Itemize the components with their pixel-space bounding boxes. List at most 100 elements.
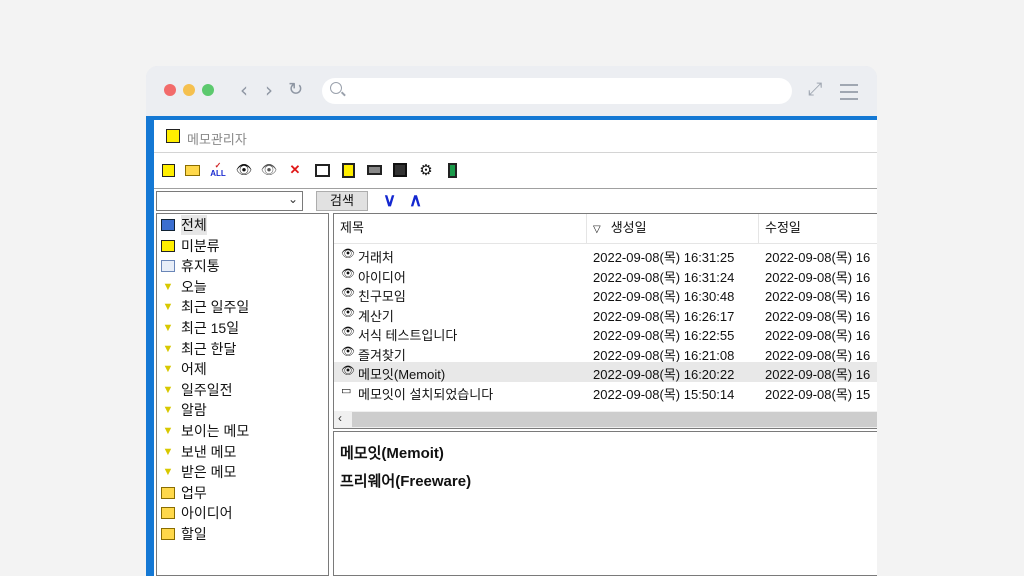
row-title: 메모잇이 설치되었습니다 xyxy=(358,386,494,402)
row-modified: 2022-09-08(목) 16 xyxy=(765,347,871,363)
eye-icon: 👁 xyxy=(341,248,355,260)
settings-icon[interactable]: ⚙ xyxy=(418,162,434,179)
folder-icon xyxy=(161,528,175,540)
table-row[interactable]: 👁 계산기 2022-09-08(목) 16:26:17 2022-09-08(목) … xyxy=(334,304,877,324)
filter-icon: ▼ xyxy=(162,301,174,314)
chevron-down-icon[interactable]: ⌄ xyxy=(288,192,298,206)
tree-item-label: 최근 한달 xyxy=(181,340,237,357)
memo-preview[interactable]: 메모잇(Memoit) 프리웨어(Freeware) xyxy=(333,431,877,576)
tree-item[interactable]: 아이디어 xyxy=(161,503,233,523)
table-row[interactable]: ▭ 메모잇이 설치되었습니다 2022-09-08(목) 15:50:14 2022-… xyxy=(334,382,877,402)
hide-memo-icon[interactable]: 👁 xyxy=(261,162,278,178)
table-row[interactable]: 👁 즐겨찾기 2022-09-08(목) 16:21:08 2022-09-08(목)… xyxy=(334,343,877,363)
new-memo-icon[interactable] xyxy=(160,162,176,178)
tree-item[interactable]: ▼ 어제 xyxy=(161,359,207,379)
forward-icon[interactable]: › xyxy=(265,78,273,102)
table-row[interactable]: 👁 친구모임 2022-09-08(목) 16:30:48 2022-09-08(목)… xyxy=(334,284,877,304)
filter-icon: ▼ xyxy=(162,280,174,293)
search-combobox[interactable]: ⌄ xyxy=(156,191,303,211)
tree-item[interactable]: 전체 xyxy=(161,215,207,235)
print-icon[interactable] xyxy=(366,162,382,178)
close-window-dot[interactable] xyxy=(164,84,176,96)
menu-icon[interactable] xyxy=(840,84,858,105)
exit-icon[interactable] xyxy=(444,162,460,178)
tree-item[interactable]: ▼ 받은 메모 xyxy=(161,462,237,482)
tree-item[interactable]: ▼ 보이는 메모 xyxy=(161,421,250,441)
window-accent-left xyxy=(146,120,154,576)
minimize-window-dot[interactable] xyxy=(183,84,195,96)
next-result-icon[interactable]: ∨ xyxy=(383,190,396,210)
eye-icon: 👁 xyxy=(341,267,355,280)
row-title: 아이디어 xyxy=(358,269,406,285)
tree-item-label: 최근 15일 xyxy=(181,320,240,336)
row-title: 서식 테스트입니다 xyxy=(358,328,458,343)
tree-item[interactable]: 미분류 xyxy=(161,236,220,256)
row-created: 2022-09-08(목) 16:26:17 xyxy=(593,308,735,324)
column-header-created[interactable]: ▽ 생성일 xyxy=(587,214,759,244)
row-created: 2022-09-08(목) 16:30:48 xyxy=(593,289,735,304)
reload-icon[interactable]: ↻ xyxy=(288,78,303,102)
table-row[interactable]: 👁 서식 테스트입니다 2022-09-08(목) 16:22:55 2022-09-… xyxy=(334,323,877,343)
previous-result-icon[interactable]: ∧ xyxy=(409,190,422,210)
tree-item-label: 미분류 xyxy=(181,237,220,254)
tree-item[interactable]: ▼ 최근 15일 xyxy=(161,318,240,338)
back-icon[interactable]: ‹ xyxy=(240,78,248,102)
tree-item-label: 업무 xyxy=(181,484,207,501)
list-header: 제목 ▽ 생성일 수정일 xyxy=(334,214,877,244)
table-row[interactable]: 👁 거래처 2022-09-08(목) 16:31:25 2022-09-08(목) … xyxy=(334,245,877,265)
tree-item-label: 전체 xyxy=(181,215,207,235)
tree-item[interactable]: 할일 xyxy=(161,524,207,544)
category-tree[interactable]: 전체 미분류 휴지통 ▼ 오늘 ▼ 최근 일주일 ▼ 최근 15일 ▼ 최근 한달 ▼ 어제 ▼ 일주일전 ▼… xyxy=(156,213,329,576)
eye-icon: 👁 xyxy=(341,326,355,338)
row-created: 2022-09-08(목) 16:21:08 xyxy=(593,347,735,363)
tree-item[interactable]: ▼ 최근 일주일 xyxy=(161,297,250,317)
horizontal-scrollbar[interactable]: ‹ xyxy=(334,411,877,428)
row-created: 2022-09-08(목) 16:31:24 xyxy=(593,269,735,285)
table-row[interactable]: 👁 아이디어 2022-09-08(목) 16:31:24 2022-09-08(목)… xyxy=(334,265,877,285)
maximize-window-dot[interactable] xyxy=(202,84,214,96)
tree-item[interactable]: ▼ 오늘 xyxy=(161,277,207,297)
search-button[interactable]: 검색 xyxy=(316,191,368,211)
open-folder-icon[interactable] xyxy=(184,162,200,178)
tree-item-label: 일주일전 xyxy=(181,381,233,398)
row-title: 친구모임 xyxy=(358,289,406,304)
filter-icon: ▼ xyxy=(162,445,174,458)
tree-item-label: 알람 xyxy=(181,402,207,419)
window-icon: ▭ xyxy=(341,384,352,397)
tree-item[interactable]: 휴지통 xyxy=(161,256,220,276)
row-created: 2022-09-08(목) 16:20:22 xyxy=(593,367,735,382)
column-header-modified[interactable]: 수정일 xyxy=(759,214,877,244)
delete-icon[interactable]: ✕ xyxy=(287,162,303,178)
show-memo-icon[interactable]: 👁 xyxy=(236,162,253,178)
export-icon[interactable] xyxy=(340,162,356,178)
row-title: 즐겨찾기 xyxy=(358,347,406,363)
save-icon[interactable] xyxy=(392,162,408,178)
column-header-title[interactable]: 제목 xyxy=(334,214,587,244)
tree-item-label: 보이는 메모 xyxy=(181,423,250,439)
expand-icon[interactable]: ⤢ xyxy=(808,79,822,100)
scroll-left-icon[interactable]: ‹ xyxy=(338,411,342,425)
tree-item[interactable]: ▼ 알람 xyxy=(161,400,207,420)
memo-manager-window: 메모관리자 ✓ ALL 👁 👁 ✕ ⚙ ⌄ 검색 ∨ ∧ 전체 미분류 휴지통 … xyxy=(154,120,877,576)
eye-icon: 👁 xyxy=(341,345,355,358)
column-header-created-label: 생성일 xyxy=(610,220,647,235)
tree-item[interactable]: ▼ 보낸 메모 xyxy=(161,442,237,462)
row-title: 계산기 xyxy=(358,308,394,324)
monitor-icon[interactable] xyxy=(314,162,330,178)
check-all-icon[interactable]: ✓ ALL xyxy=(210,162,226,178)
tree-item[interactable]: ▼ 일주일전 xyxy=(161,380,233,400)
preview-line-1: 메모잇(Memoit) xyxy=(340,445,444,462)
search-icon xyxy=(330,82,342,94)
scrollbar-thumb[interactable] xyxy=(352,412,877,427)
address-bar[interactable] xyxy=(322,78,792,104)
table-row[interactable]: 👁 메모잇(Memoit) 2022-09-08(목) 16:20:22 2022-0… xyxy=(334,362,877,382)
search-row: ⌄ 검색 ∨ ∧ xyxy=(154,189,877,213)
row-modified: 2022-09-08(목) 16 xyxy=(765,250,871,265)
filter-icon: ▼ xyxy=(162,322,174,334)
tree-item-label: 최근 일주일 xyxy=(181,299,250,316)
tree-item[interactable]: ▼ 최근 한달 xyxy=(161,339,237,359)
row-created: 2022-09-08(목) 15:50:14 xyxy=(593,386,735,402)
preview-line-2: 프리웨어(Freeware) xyxy=(340,473,472,490)
arrow-right-icon xyxy=(161,239,175,252)
tree-item[interactable]: 업무 xyxy=(161,483,207,503)
